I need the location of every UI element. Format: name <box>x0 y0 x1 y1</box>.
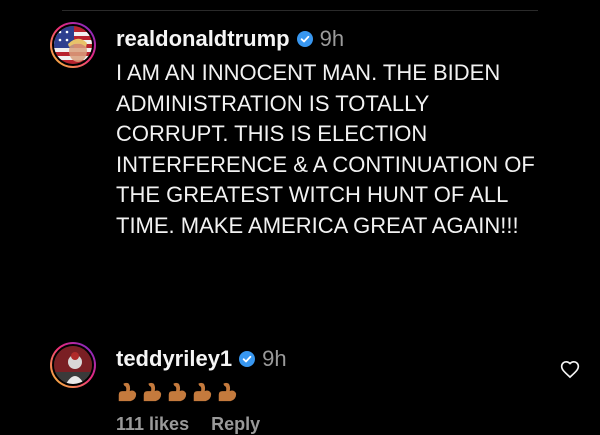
flexed-biceps-emoji <box>218 382 237 402</box>
flexed-biceps-emoji <box>143 382 162 402</box>
heart-outline-icon[interactable] <box>560 360 580 380</box>
flexed-biceps-emoji <box>118 382 137 402</box>
comment-header: realdonaldtrump 9h <box>116 26 540 52</box>
avatar-teddyriley1[interactable] <box>50 342 96 388</box>
flexed-biceps-emoji <box>193 382 212 402</box>
emoji-row <box>116 380 540 404</box>
reply-button[interactable]: Reply <box>211 414 260 435</box>
comment-text: I AM AN INNOCENT MAN. THE BIDEN ADMINIST… <box>116 60 535 238</box>
comment-header: teddyriley1 9h <box>116 346 540 372</box>
comment-body: realdonaldtrump 9h I AM AN INNOCENT MAN.… <box>116 26 540 241</box>
flexed-biceps-emoji <box>168 382 187 402</box>
avatar-image <box>52 24 94 66</box>
verified-badge-icon <box>296 31 313 47</box>
comment-meta: 111 likes Reply <box>116 414 540 435</box>
timestamp: 9h <box>319 26 345 51</box>
avatar-image <box>52 344 94 386</box>
top-divider <box>62 10 538 11</box>
comment-body: teddyriley1 9h 111 likes Reply <box>116 346 540 435</box>
timestamp: 9h <box>262 346 287 371</box>
avatar-realdonaldtrump[interactable] <box>50 22 96 68</box>
likes-count[interactable]: 111 likes <box>116 414 189 435</box>
verified-badge-icon <box>239 351 256 367</box>
username[interactable]: teddyriley1 <box>116 346 232 372</box>
username[interactable]: realdonaldtrump <box>116 26 290 52</box>
